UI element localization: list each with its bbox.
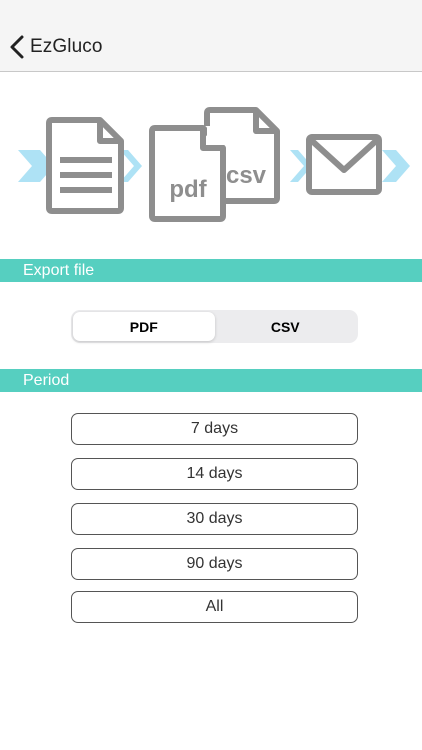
csv-label: csv — [226, 162, 267, 189]
document-icon — [46, 117, 124, 214]
pdf-label: pdf — [169, 176, 207, 203]
back-label: EzGluco — [30, 36, 103, 57]
segment-pdf[interactable]: PDF — [73, 312, 215, 341]
export-file-header: Export file — [0, 259, 422, 282]
period-all-button[interactable]: All — [71, 591, 358, 623]
chevron-left-icon — [10, 35, 24, 59]
period-header: Period — [0, 369, 422, 392]
navigation-bar: EzGluco — [0, 0, 422, 72]
period-30-days-button[interactable]: 30 days — [71, 503, 358, 535]
envelope-icon — [306, 134, 382, 195]
period-14-days-button[interactable]: 14 days — [71, 458, 358, 490]
export-screen: EzGluco pdf csv Export file PDF CSV Peri… — [0, 0, 422, 750]
export-format-segmented-control: PDF CSV — [71, 310, 358, 343]
period-7-days-button[interactable]: 7 days — [71, 413, 358, 445]
period-90-days-button[interactable]: 90 days — [71, 548, 358, 580]
export-illustration: pdf csv — [18, 107, 410, 222]
segment-csv[interactable]: CSV — [215, 312, 357, 341]
back-button[interactable]: EzGluco — [8, 30, 103, 64]
